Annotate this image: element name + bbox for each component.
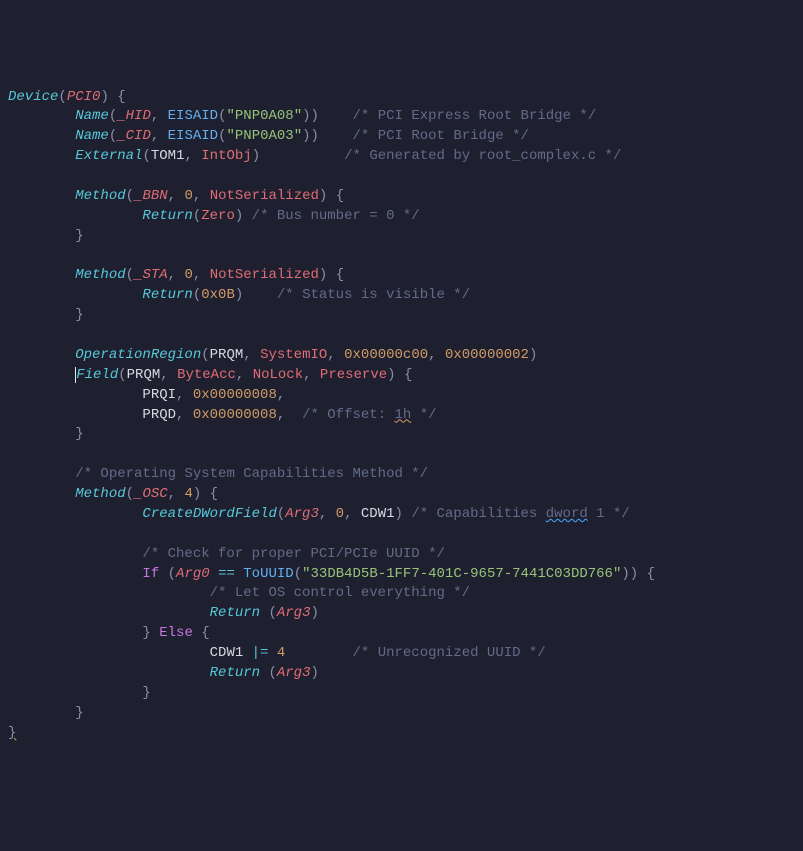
fn-eisaid: EISAID	[168, 108, 218, 124]
kw-method: Method	[75, 188, 125, 204]
id-cid: _CID	[117, 128, 151, 144]
kw-return: Return	[142, 208, 192, 224]
id-tom1: TOM1	[151, 148, 185, 164]
id-arg3: Arg3	[277, 665, 311, 681]
comment: /* Offset: 1h */	[302, 407, 436, 423]
comment: /* Capabilities dword 1 */	[411, 506, 629, 522]
comment: /* Unrecognized UUID */	[353, 645, 546, 661]
comment: /* PCI Root Bridge */	[353, 128, 529, 144]
op-eq: ==	[218, 566, 235, 582]
comment: /* PCI Express Root Bridge */	[353, 108, 597, 124]
kw-external: External	[75, 148, 142, 164]
str: "PNP0A08"	[226, 108, 302, 124]
id-bbn: _BBN	[134, 188, 168, 204]
id-hid: _HID	[117, 108, 151, 124]
id-sta: _STA	[134, 267, 168, 283]
id-osc: _OSC	[134, 486, 168, 502]
spell-info: dword	[546, 506, 588, 522]
spell-warn: 1h	[395, 407, 412, 423]
fn-touuid: ToUUID	[243, 566, 293, 582]
kw-opregion: OperationRegion	[75, 347, 201, 363]
comment: /* Operating System Capabilities Method …	[75, 466, 428, 482]
id-cdw1: CDW1	[361, 506, 395, 522]
kw-method: Method	[75, 267, 125, 283]
comment: /* Let OS control everything */	[210, 585, 470, 601]
num: 0x00000008	[193, 407, 277, 423]
str: "PNP0A03"	[226, 128, 302, 144]
num: 0x00000008	[193, 387, 277, 403]
kw-byteacc: ByteAcc	[177, 367, 236, 383]
id-prqm: PRQM	[210, 347, 244, 363]
num: 4	[184, 486, 192, 502]
id-prqd: PRQD	[142, 407, 176, 423]
num: 0x00000c00	[344, 347, 428, 363]
kw-systemio: SystemIO	[260, 347, 327, 363]
id-arg0: Arg0	[176, 566, 210, 582]
str: "33DB4D5B-1FF7-401C-9657-7441C03DD766"	[302, 566, 621, 582]
comment: /* Status is visible */	[277, 287, 470, 303]
kw-notserialized: NotSerialized	[210, 188, 319, 204]
kw-return: Return	[210, 605, 260, 621]
num: 0	[184, 267, 192, 283]
kw-return: Return	[210, 665, 260, 681]
brace-warn: }	[8, 725, 16, 741]
kw-name: Name	[75, 108, 109, 124]
kw-return: Return	[142, 287, 192, 303]
comment: /* Bus number = 0 */	[252, 208, 420, 224]
num: 0	[336, 506, 344, 522]
id-cdw1: CDW1	[210, 645, 244, 661]
kw-field: Field	[76, 367, 118, 383]
num: 4	[277, 645, 285, 661]
num: 0x00000002	[445, 347, 529, 363]
kw-preserve: Preserve	[320, 367, 387, 383]
kw-notserialized: NotSerialized	[210, 267, 319, 283]
kw-intobj: IntObj	[201, 148, 251, 164]
id-prqi: PRQI	[142, 387, 176, 403]
kw-if: If	[142, 566, 159, 582]
comment: /* Generated by root_complex.c */	[344, 148, 621, 164]
fn-eisaid: EISAID	[168, 128, 218, 144]
id-arg3: Arg3	[285, 506, 319, 522]
comment: /* Check for proper PCI/PCIe UUID */	[142, 546, 444, 562]
kw-zero: Zero	[201, 208, 235, 224]
num: 0x0B	[201, 287, 235, 303]
kw-else: Else	[159, 625, 193, 641]
kw-nolock: NoLock	[253, 367, 303, 383]
kw-name: Name	[75, 128, 109, 144]
code-block: Device(PCI0) { Name(_HID, EISAID("PNP0A0…	[8, 88, 795, 744]
kw-method: Method	[75, 486, 125, 502]
id-arg3: Arg3	[277, 605, 311, 621]
op-oreq: |=	[252, 645, 269, 661]
id-prqm: PRQM	[127, 367, 161, 383]
kw-device: Device	[8, 89, 58, 105]
num: 0	[184, 188, 192, 204]
id-pci0: PCI0	[67, 89, 101, 105]
kw-createdwordfield: CreateDWordField	[142, 506, 276, 522]
